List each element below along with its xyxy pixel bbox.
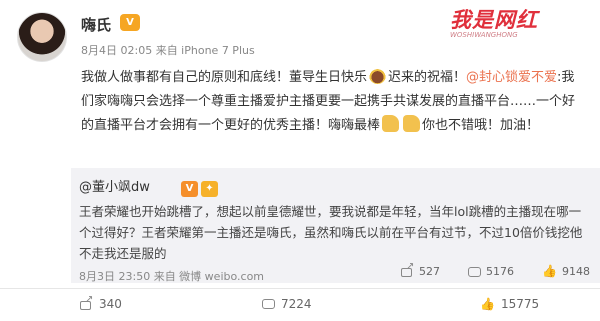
reposted-content[interactable]: @董小飒dw V ✦ 王者荣耀也开始跳槽了，想起以前皇德耀世，要我说都是年轻，当年… bbox=[71, 168, 600, 283]
repost-text: 王者荣耀也开始跳槽了，想起以前皇德耀世，要我说都是年轻，当年lol跳槽的主播现在… bbox=[79, 204, 583, 261]
author-name[interactable]: 嗨氏 bbox=[81, 14, 111, 35]
repost-share-count: 527 bbox=[419, 265, 441, 278]
cake-emoji-icon bbox=[369, 67, 387, 84]
watermark-subtext: WOSHIWANGHONG bbox=[450, 31, 518, 39]
share-icon bbox=[80, 294, 93, 310]
like-button[interactable]: 👍 15775 bbox=[480, 297, 539, 311]
repost-stats: 527 5176 👍 9148 bbox=[401, 261, 590, 278]
mention-link[interactable]: @封心锁爱不爱 bbox=[466, 70, 557, 85]
repost-share-button[interactable]: 527 bbox=[401, 261, 441, 278]
share-count: 340 bbox=[99, 297, 122, 311]
thumbs-up-icon bbox=[403, 115, 421, 132]
post-text-1b: 迟来的祝福！ bbox=[388, 70, 467, 85]
like-icon: 👍 bbox=[542, 264, 557, 278]
watermark-text: 我是网红 bbox=[450, 8, 538, 32]
share-icon bbox=[401, 261, 414, 277]
vip-badge-icon: ✦ bbox=[201, 181, 218, 197]
post-footer-actions: 340 7224 👍 15775 bbox=[0, 288, 600, 321]
share-button[interactable]: 340 bbox=[80, 294, 122, 311]
post-text-1: 我做人做事都有自己的原则和底线！董导生日快乐 bbox=[81, 70, 368, 85]
comment-icon bbox=[262, 299, 275, 309]
avatar[interactable] bbox=[17, 12, 67, 62]
vip-badge-icon: V bbox=[120, 14, 140, 31]
repost-comment-button[interactable]: 5176 bbox=[468, 265, 514, 278]
watermark-logo: 我是网红 WOSHIWANGHONG bbox=[450, 4, 590, 39]
repost-like-button[interactable]: 👍 9148 bbox=[542, 265, 590, 278]
comment-count: 7224 bbox=[281, 297, 312, 311]
repost-meta: 8月3日 23:50 来自 微博 weibo.com bbox=[79, 270, 265, 283]
comment-icon bbox=[468, 266, 482, 277]
weibo-post: 嗨氏 V 8月4日 02:05 来自 iPhone 7 Plus 我是网红 WO… bbox=[0, 0, 600, 320]
like-count: 15775 bbox=[500, 297, 540, 311]
repost-user-link[interactable]: @董小飒dw bbox=[79, 176, 150, 195]
post-meta: 8月4日 02:05 来自 iPhone 7 Plus bbox=[81, 44, 255, 57]
comment-button[interactable]: 7224 bbox=[262, 297, 312, 311]
like-icon: 👍 bbox=[480, 296, 495, 311]
repost-like-count: 9148 bbox=[562, 265, 590, 278]
post-body: 我做人做事都有自己的原则和底线！董导生日快乐 迟来的祝福！@封心锁爱不爱:我们家嗨… bbox=[81, 66, 586, 138]
repost-comment-count: 5176 bbox=[486, 265, 515, 278]
thumbs-up-icon bbox=[382, 115, 400, 132]
repost-user-badges: V ✦ bbox=[181, 176, 221, 197]
post-text-3: 你也不错哦！加油！ bbox=[422, 118, 540, 133]
verified-badge-icon: V bbox=[181, 181, 198, 197]
